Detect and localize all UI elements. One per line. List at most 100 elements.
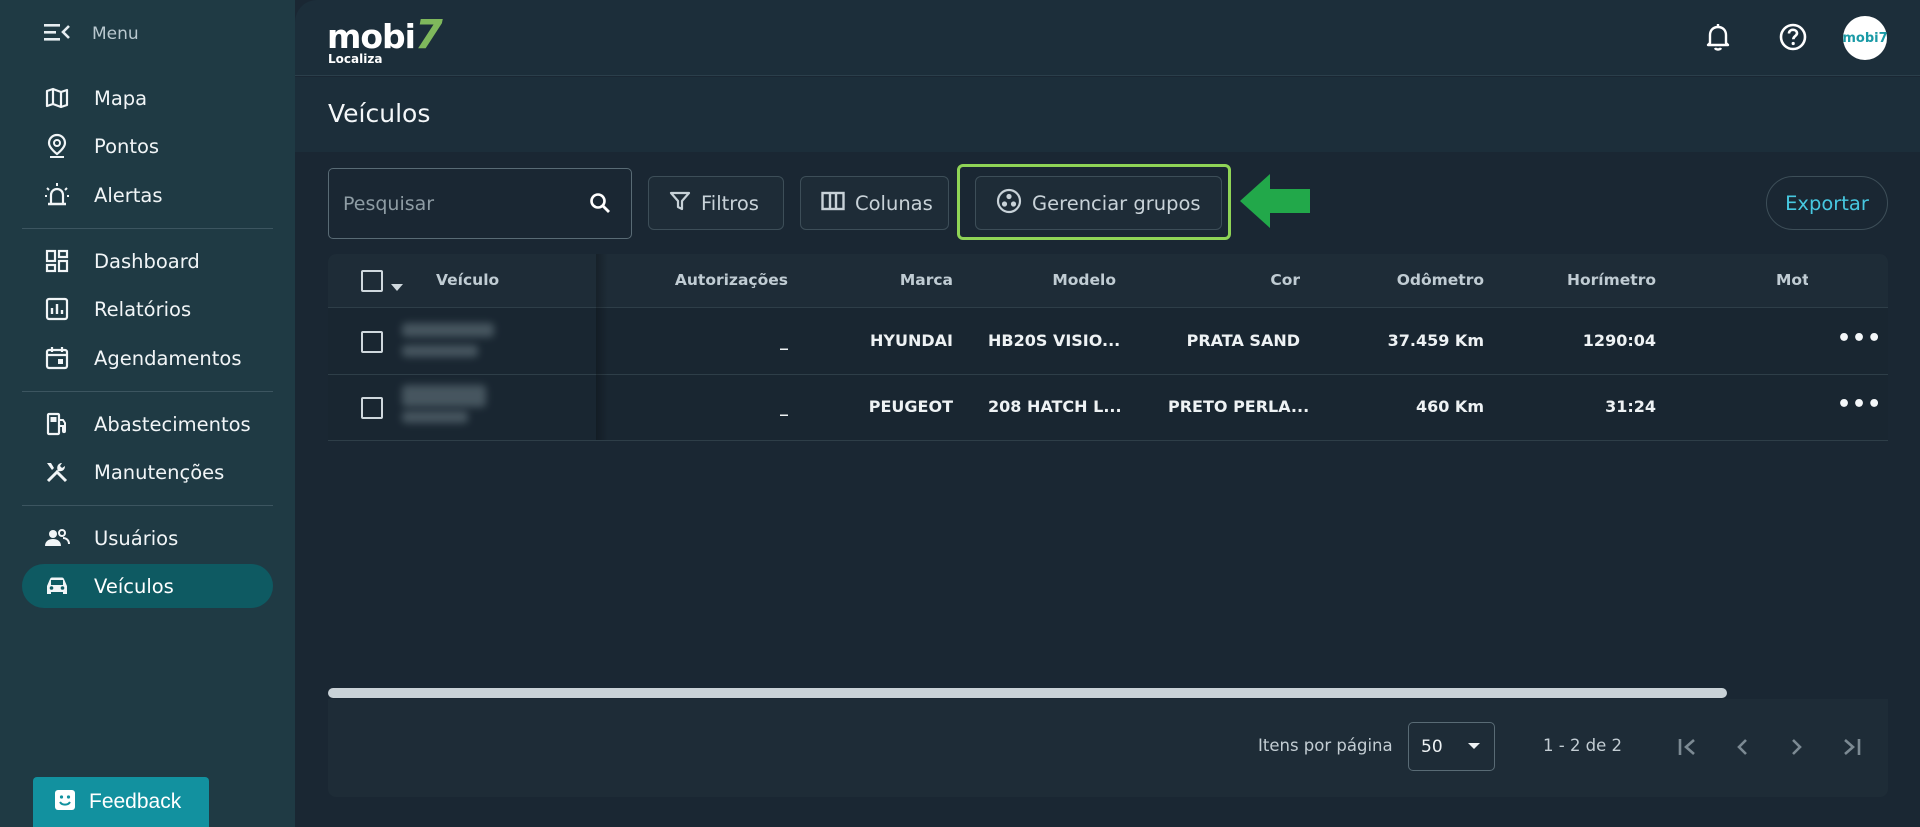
sidebar-item-label: Mapa: [94, 86, 148, 110]
previous-page-icon[interactable]: [1727, 732, 1757, 762]
row-menu-button[interactable]: •••: [1837, 392, 1882, 417]
cell-odometro: 460 Km: [1415, 397, 1484, 416]
export-button[interactable]: Exportar: [1766, 176, 1888, 230]
sidebar-item-label: Manutenções: [94, 460, 225, 484]
cell-marca: PEUGEOT: [868, 397, 953, 416]
table-header: Veículo Autorizações Marca Modelo Cor Od…: [328, 254, 1888, 308]
column-header-marca[interactable]: Marca: [848, 271, 953, 289]
green-arrow-pointer: [1238, 170, 1312, 236]
map-icon: [44, 85, 70, 111]
sidebar-divider: [22, 228, 273, 229]
alarm-light-icon: [44, 182, 70, 208]
cell-odometro: 37.459 Km: [1387, 331, 1484, 350]
items-per-page-select[interactable]: 50: [1408, 722, 1495, 771]
blurred-vehicle-name: [402, 345, 478, 357]
sidebar-item-pontos[interactable]: Pontos: [22, 124, 273, 168]
car-icon: [44, 573, 70, 599]
cell-cor: PRATA SAND: [1186, 331, 1300, 350]
row-checkbox[interactable]: [361, 397, 383, 419]
blurred-plate: [402, 385, 486, 407]
feedback-face-icon: [55, 790, 75, 814]
table-row[interactable]: _ PEUGEOT 208 HATCH L... PRETO PERLA... …: [328, 375, 1888, 441]
column-header-horimetro[interactable]: Horímetro: [1528, 271, 1656, 289]
feedback-button[interactable]: Feedback: [33, 777, 209, 827]
sidebar-item-label: Agendamentos: [94, 346, 242, 370]
cell-autorizacoes: _: [780, 397, 788, 416]
search-placeholder: Pesquisar: [343, 193, 435, 215]
filter-funnel-icon: [669, 190, 691, 216]
sidebar-item-mapa[interactable]: Mapa: [22, 76, 273, 120]
sidebar-item-label: Veículos: [94, 574, 174, 598]
fuel-pump-icon: [44, 411, 70, 437]
sidebar-item-dashboard[interactable]: Dashboard: [22, 239, 273, 283]
logo-subtitle: Localiza: [328, 52, 383, 66]
column-header-veiculo[interactable]: Veículo: [436, 271, 499, 289]
mobi7-logo[interactable]: mobi7 Localiza: [327, 12, 443, 66]
cell-cor: PRETO PERLA...: [1168, 397, 1310, 416]
sidebar-item-usuarios[interactable]: Usuários: [22, 516, 273, 560]
column-header-autorizacoes[interactable]: Autorizações: [648, 271, 788, 289]
sidebar-item-veiculos[interactable]: Veículos: [22, 564, 273, 608]
sidebar-item-label: Alertas: [94, 183, 163, 207]
location-pin-icon: [44, 133, 70, 159]
sidebar-item-label: Relatórios: [94, 297, 192, 321]
cell-horimetro: 1290:04: [1582, 331, 1656, 350]
cell-autorizacoes: _: [780, 331, 788, 350]
filters-button[interactable]: Filtros: [648, 176, 784, 230]
vehicles-table: Veículo Autorizações Marca Modelo Cor Od…: [328, 254, 1888, 441]
page-header: Veículos: [295, 77, 1920, 152]
sidebar-item-relatorios[interactable]: Relatórios: [22, 287, 273, 331]
last-page-icon[interactable]: [1836, 732, 1866, 762]
sidebar-item-label: Usuários: [94, 526, 179, 550]
columns-label: Colunas: [855, 191, 933, 215]
avatar-text: mobi7: [1842, 30, 1888, 46]
sidebar-divider: [22, 391, 273, 392]
columns-button[interactable]: Colunas: [800, 176, 949, 230]
cell-marca: HYUNDAI: [870, 331, 953, 350]
sidebar-item-agendamentos[interactable]: Agendamentos: [22, 336, 273, 380]
users-icon: [44, 525, 70, 551]
caret-down-icon: [1468, 743, 1480, 749]
sidebar-item-alertas[interactable]: Alertas: [22, 173, 273, 217]
logo-text: mobi: [327, 17, 416, 56]
first-page-icon[interactable]: [1673, 732, 1703, 762]
blurred-vehicle-name: [402, 411, 468, 423]
items-per-page-value: 50: [1421, 736, 1443, 757]
menu-label: Menu: [92, 24, 139, 44]
dashboard-icon: [44, 248, 70, 274]
horizontal-scrollbar[interactable]: [328, 688, 1727, 698]
pagination-footer: Itens por página 50 1 - 2 de 2: [328, 699, 1888, 797]
highlight-frame: [957, 164, 1231, 240]
help-circle-icon[interactable]: [1776, 20, 1810, 54]
column-header-moto[interactable]: Moto: [1776, 271, 1808, 289]
table-row[interactable]: _ HYUNDAI HB20S VISIO... PRATA SAND 37.4…: [328, 309, 1888, 375]
column-header-odometro[interactable]: Odômetro: [1348, 271, 1484, 289]
row-checkbox[interactable]: [361, 331, 383, 353]
tools-icon: [44, 459, 70, 485]
sidebar: Menu Mapa Pontos Alertas Dashboard Relat…: [0, 0, 295, 827]
row-menu-button[interactable]: •••: [1837, 326, 1882, 351]
search-icon[interactable]: [589, 192, 611, 218]
pagination-range: 1 - 2 de 2: [1543, 736, 1623, 755]
report-chart-icon: [44, 296, 70, 322]
export-label: Exportar: [1785, 191, 1869, 215]
cell-horimetro: 31:24: [1605, 397, 1656, 416]
filters-label: Filtros: [701, 191, 759, 215]
column-header-cor[interactable]: Cor: [1188, 271, 1300, 289]
menu-collapse-icon: [44, 22, 70, 46]
sidebar-divider: [22, 505, 273, 506]
next-page-icon[interactable]: [1782, 732, 1812, 762]
sidebar-item-manutencoes[interactable]: Manutenções: [22, 450, 273, 494]
cell-modelo: HB20S VISIO...: [988, 331, 1121, 350]
bell-icon[interactable]: [1701, 20, 1735, 54]
sidebar-item-abastecimentos[interactable]: Abastecimentos: [22, 402, 273, 446]
items-per-page-label: Itens por página: [1258, 736, 1393, 755]
chevron-down-icon[interactable]: [391, 277, 403, 296]
column-header-modelo[interactable]: Modelo: [1008, 271, 1116, 289]
page-title: Veículos: [328, 99, 431, 128]
menu-toggle[interactable]: Menu: [44, 22, 139, 46]
avatar[interactable]: mobi7: [1842, 16, 1888, 60]
search-input[interactable]: Pesquisar: [328, 168, 632, 239]
sidebar-item-label: Pontos: [94, 134, 160, 158]
select-all-checkbox[interactable]: [361, 270, 383, 292]
